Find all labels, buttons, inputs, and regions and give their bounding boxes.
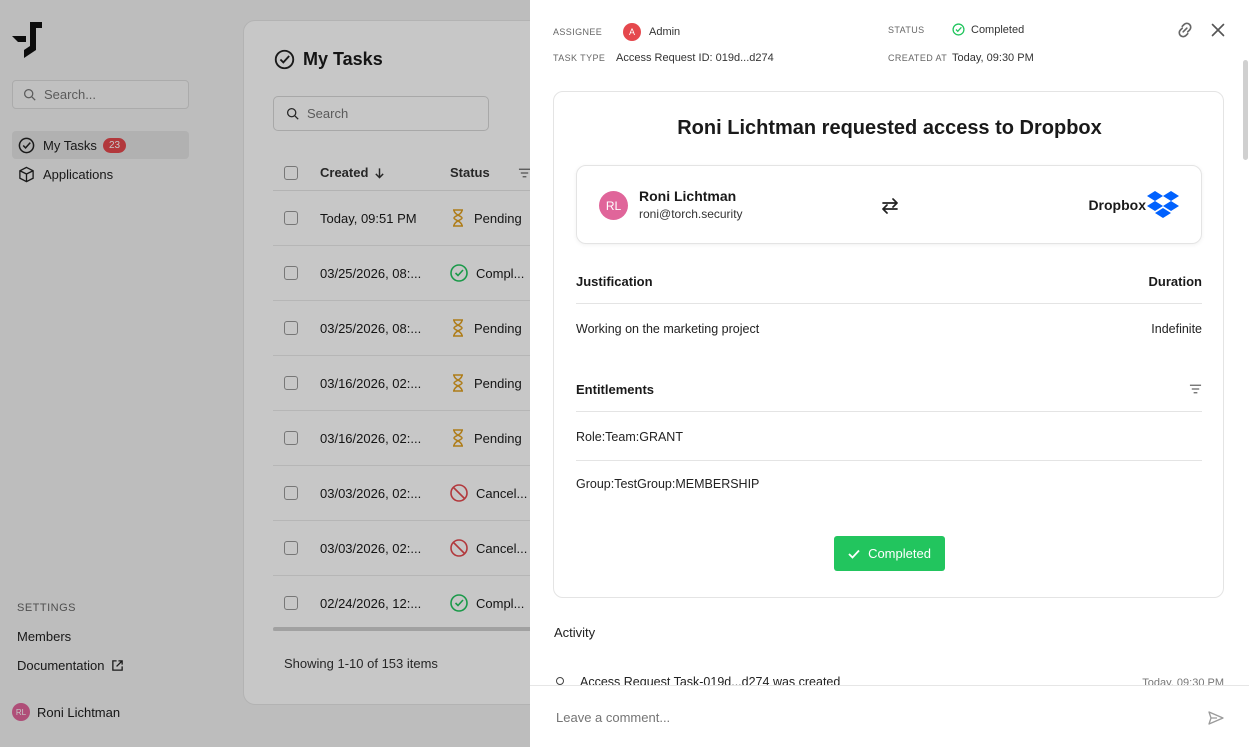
assignee-value-wrap[interactable]: A Admin xyxy=(623,23,680,41)
check-circle-icon xyxy=(952,23,965,36)
entitlement-row: Group:TestGroup:MEMBERSHIP xyxy=(576,460,1202,507)
created-at-value: Today, 09:30 PM xyxy=(952,52,1034,64)
created-at-label: CREATED AT xyxy=(888,53,948,63)
assignee-field: ASSIGNEE A Admin xyxy=(553,23,680,41)
activity-text: Access Request Task-019d...d274 was crea… xyxy=(580,675,841,685)
activity-dot-icon xyxy=(556,677,564,685)
assignee-value: Admin xyxy=(649,26,681,38)
created-at-field: CREATED AT Today, 09:30 PM xyxy=(888,52,1034,64)
requester-summary: RL Roni Lichtman roni@torch.security Dro… xyxy=(576,165,1202,244)
justification-row: Working on the marketing project Indefin… xyxy=(576,305,1202,352)
entitlement-value: Role:Team:GRANT xyxy=(576,429,683,444)
entitlements-label: Entitlements xyxy=(576,381,655,397)
entitlement-value: Group:TestGroup:MEMBERSHIP xyxy=(576,476,760,491)
activity-heading: Activity xyxy=(554,625,596,640)
comment-input[interactable] xyxy=(556,710,1156,725)
comment-box xyxy=(530,685,1249,747)
justification-header: Justification Duration xyxy=(576,259,1202,304)
link-icon[interactable] xyxy=(1174,19,1196,41)
app-root: My Tasks 23 Applications SETTINGS Member… xyxy=(0,0,1249,747)
entitlements-header: Entitlements xyxy=(576,367,1202,412)
entitlement-row: Role:Team:GRANT xyxy=(576,413,1202,460)
swap-icon xyxy=(882,198,898,214)
task-detail-drawer: ASSIGNEE A Admin STATUS Completed TASK T… xyxy=(530,0,1249,747)
assignee-avatar: A xyxy=(623,23,641,41)
activity-entry: Access Request Task-019d...d274 was crea… xyxy=(554,675,1224,685)
app-name: Dropbox xyxy=(1088,197,1146,213)
requester-email: roni@torch.security xyxy=(639,207,743,221)
duration-label: Duration xyxy=(1148,273,1202,289)
justification-value: Working on the marketing project xyxy=(576,321,760,336)
check-icon xyxy=(848,549,860,559)
activity-timestamp: Today, 09:30 PM xyxy=(1142,677,1224,685)
status-label: STATUS xyxy=(888,24,925,35)
modal-backdrop[interactable] xyxy=(0,0,530,747)
completed-button[interactable]: Completed xyxy=(834,536,945,571)
task-type-label: TASK TYPE xyxy=(553,53,606,63)
send-icon[interactable] xyxy=(1208,710,1224,726)
duration-value: Indefinite xyxy=(1151,321,1202,336)
status-field: STATUS Completed xyxy=(888,23,1024,36)
task-type-value: Access Request ID: 019d...d274 xyxy=(616,52,774,64)
vertical-scrollbar[interactable] xyxy=(1243,60,1248,160)
assignee-label: ASSIGNEE xyxy=(553,27,603,37)
filter-icon[interactable] xyxy=(1189,383,1202,395)
justification-label: Justification xyxy=(576,273,653,289)
status-value: Completed xyxy=(971,23,1025,36)
completed-button-label: Completed xyxy=(868,546,931,561)
requester-name: Roni Lichtman xyxy=(639,188,737,204)
close-icon[interactable] xyxy=(1207,19,1229,41)
request-card: Roni Lichtman requested access to Dropbo… xyxy=(553,91,1224,598)
task-type-field: TASK TYPE Access Request ID: 019d...d274 xyxy=(553,52,774,64)
dropbox-icon xyxy=(1147,191,1179,218)
request-title: Roni Lichtman requested access to Dropbo… xyxy=(677,117,1102,139)
avatar: RL xyxy=(599,191,628,220)
